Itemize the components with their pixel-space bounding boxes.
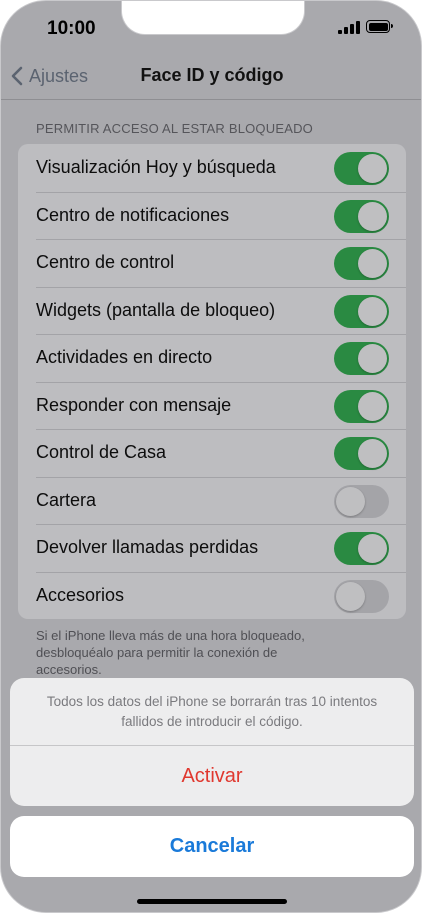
activate-button[interactable]: Activar: [10, 746, 414, 806]
toggle-switch[interactable]: [334, 484, 389, 518]
toggle-switch[interactable]: [334, 389, 389, 423]
action-sheet-message: Todos los datos del iPhone se borrarán t…: [20, 692, 404, 732]
section-header: PERMITIR ACCESO AL ESTAR BLOQUEADO: [36, 121, 313, 136]
settings-row-label: Accesorios: [36, 584, 125, 605]
toggle-knob: [358, 296, 387, 326]
settings-row: Cartera: [18, 476, 406, 525]
settings-row-label: Control de Casa: [36, 442, 167, 463]
footer-line: Si el iPhone lleva más de una hora bloqu…: [36, 628, 305, 643]
settings-row-label: Responder con mensaje: [36, 394, 232, 415]
settings-row: Widgets (pantalla de bloqueo): [18, 286, 406, 335]
toggle-switch[interactable]: [334, 342, 389, 375]
toggle-switch[interactable]: [334, 437, 389, 470]
settings-row-label: Centro de control: [36, 252, 175, 273]
settings-row: Devolver llamadas perdidas: [18, 524, 406, 572]
settings-row-label: Widgets (pantalla de bloqueo): [36, 299, 276, 320]
navigation-bar: Ajustes Face ID y código: [1, 53, 421, 100]
toggle-switch[interactable]: [334, 294, 389, 328]
footer-line: accesorios.: [36, 662, 102, 677]
toggle-knob: [336, 581, 365, 611]
footer-line: desbloquéalo para permitir la conexión d…: [36, 645, 278, 660]
toggle-knob: [358, 534, 387, 563]
settings-row-label: Devolver llamadas perdidas: [36, 537, 259, 558]
toggle-switch[interactable]: [334, 532, 389, 565]
toggle-knob: [358, 391, 387, 421]
cancel-button[interactable]: Cancelar: [10, 816, 414, 877]
settings-row: Control de Casa: [18, 429, 406, 477]
toggle-knob: [358, 439, 387, 468]
notch: [121, 1, 305, 35]
action-sheet: Todos los datos del iPhone se borrarán t…: [10, 678, 414, 806]
toggle-switch[interactable]: [334, 199, 389, 233]
settings-row: Centro de notificaciones: [18, 191, 406, 240]
settings-row: Visualización Hoy y búsqueda: [18, 144, 406, 192]
settings-row: Responder con mensaje: [18, 381, 406, 430]
settings-row-label: Visualización Hoy y búsqueda: [36, 157, 276, 178]
toggle-knob: [358, 344, 387, 373]
settings-row: Actividades en directo: [18, 334, 406, 382]
battery-icon: [366, 20, 393, 33]
toggle-knob: [358, 201, 387, 231]
toggle-switch[interactable]: [334, 579, 389, 613]
settings-row: Centro de control: [18, 239, 406, 287]
settings-row-label: Cartera: [36, 489, 97, 510]
settings-row-label: Actividades en directo: [36, 347, 213, 368]
toggle-knob: [358, 154, 387, 183]
phone-screen: 10:00 Ajustes Face ID y código PERMITIR …: [0, 0, 422, 913]
toggle-knob: [358, 249, 387, 278]
page-title: Face ID y código: [140, 65, 284, 85]
settings-row-label: Centro de notificaciones: [36, 204, 230, 225]
toggle-switch[interactable]: [334, 152, 389, 185]
settings-row: Accesorios: [18, 571, 406, 620]
message-line: fallidos de introducir el código.: [121, 714, 303, 729]
home-indicator: [137, 899, 287, 904]
message-line: Todos los datos del iPhone se borrarán t…: [46, 694, 378, 709]
section-footer-note: Si el iPhone lleva más de una hora bloqu…: [36, 627, 396, 678]
toggle-knob: [336, 486, 365, 516]
cellular-signal-icon: [338, 21, 360, 34]
status-time: 10:00: [47, 18, 96, 39]
settings-group: Visualización Hoy y búsqueda Centro de no…: [18, 144, 406, 619]
toggle-switch[interactable]: [334, 247, 389, 280]
